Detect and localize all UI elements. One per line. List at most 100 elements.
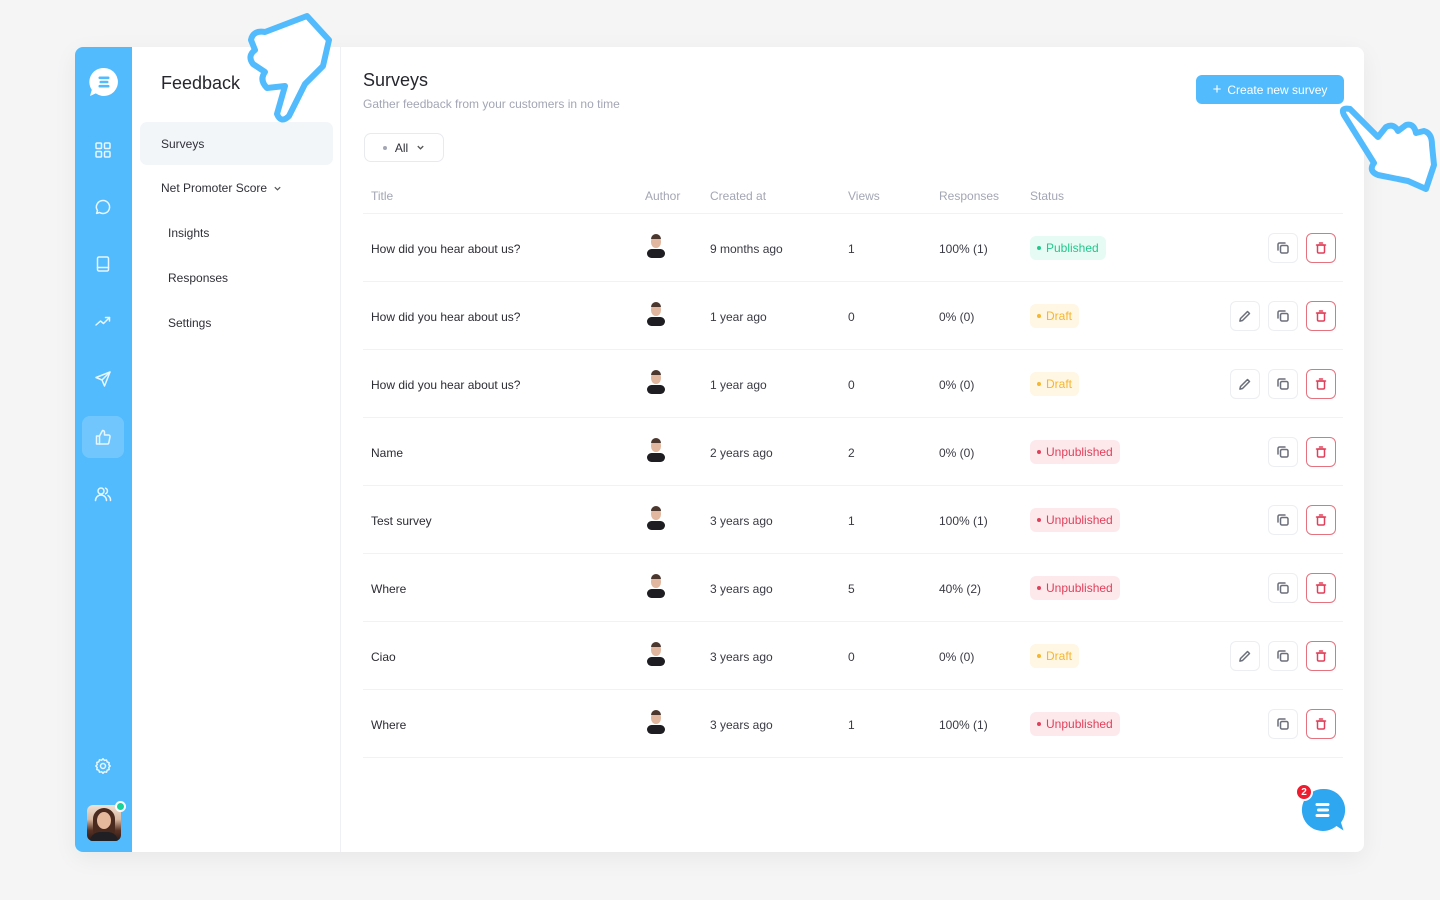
- created-at: 3 years ago: [710, 582, 773, 596]
- duplicate-button[interactable]: [1268, 369, 1298, 399]
- icon-rail: [75, 47, 132, 852]
- table-row[interactable]: Test survey 3 years ago 1 100% (1) Unpublish…: [363, 486, 1343, 554]
- views-count: 2: [848, 446, 855, 460]
- table-row[interactable]: How did you hear about us? 1 year ago 0 0% …: [363, 350, 1343, 418]
- send-icon[interactable]: [82, 358, 124, 400]
- pencil-icon: [1238, 377, 1252, 391]
- thumbs-up-icon[interactable]: [82, 416, 124, 458]
- sidebar-item-surveys[interactable]: Surveys: [140, 122, 333, 165]
- book-icon[interactable]: [82, 243, 124, 285]
- responses-value: 0% (0): [939, 378, 975, 392]
- status-dot-icon: [1037, 314, 1041, 318]
- survey-title[interactable]: Name: [371, 446, 403, 460]
- status-badge: Draft: [1030, 372, 1080, 396]
- author-avatar: [645, 302, 667, 328]
- status-label: Published: [1046, 241, 1099, 255]
- duplicate-button[interactable]: [1268, 301, 1298, 331]
- delete-button[interactable]: [1306, 233, 1336, 263]
- duplicate-button[interactable]: [1268, 437, 1298, 467]
- duplicate-button[interactable]: [1268, 573, 1298, 603]
- responses-value: 0% (0): [939, 650, 975, 664]
- delete-button[interactable]: [1306, 301, 1336, 331]
- duplicate-button[interactable]: [1268, 641, 1298, 671]
- sidebar-title: Feedback: [161, 73, 241, 93]
- responses-value: 100% (1): [939, 514, 988, 528]
- author-avatar: [645, 438, 667, 464]
- survey-title[interactable]: Where: [371, 718, 406, 732]
- delete-button[interactable]: [1306, 641, 1336, 671]
- trash-icon: [1314, 649, 1328, 663]
- table-row[interactable]: Name 2 years ago 2 0% (0) Unpublished: [363, 418, 1343, 486]
- created-at: 2 years ago: [710, 446, 773, 460]
- survey-title[interactable]: How did you hear about us?: [371, 310, 520, 324]
- survey-title[interactable]: Ciao: [371, 650, 396, 664]
- copy-icon: [1276, 513, 1290, 527]
- created-at: 3 years ago: [710, 514, 773, 528]
- column-header-title[interactable]: Title: [371, 189, 393, 203]
- views-count: 5: [848, 582, 855, 596]
- column-header-status[interactable]: Status: [1030, 189, 1064, 203]
- views-count: 0: [848, 378, 855, 392]
- created-at: 1 year ago: [710, 378, 767, 392]
- trash-icon: [1314, 581, 1328, 595]
- author-avatar: [645, 574, 667, 600]
- chat-icon[interactable]: [82, 186, 124, 228]
- edit-button[interactable]: [1230, 641, 1260, 671]
- duplicate-button[interactable]: [1268, 505, 1298, 535]
- author-avatar: [645, 506, 667, 532]
- edit-button[interactable]: [1230, 369, 1260, 399]
- delete-button[interactable]: [1306, 573, 1336, 603]
- table-row[interactable]: Where 3 years ago 5 40% (2) Unpublished: [363, 554, 1343, 622]
- trash-icon: [1314, 717, 1328, 731]
- copy-icon: [1276, 581, 1290, 595]
- status-badge: Unpublished: [1030, 576, 1120, 600]
- column-header-views[interactable]: Views: [848, 189, 880, 203]
- users-icon[interactable]: [82, 473, 124, 515]
- views-count: 0: [848, 650, 855, 664]
- surveys-table: Title Author Created at Views Responses …: [363, 178, 1343, 758]
- create-new-survey-button[interactable]: + Create new survey: [1196, 75, 1344, 104]
- copy-icon: [1276, 309, 1290, 323]
- status-dot-icon: [1037, 246, 1041, 250]
- survey-title[interactable]: Where: [371, 582, 406, 596]
- sidebar-item-settings[interactable]: Settings: [168, 316, 211, 330]
- table-row[interactable]: Where 3 years ago 1 100% (1) Unpublished: [363, 690, 1343, 758]
- status-filter-dropdown[interactable]: All: [364, 133, 444, 162]
- gear-icon[interactable]: [82, 745, 124, 787]
- trash-icon: [1314, 377, 1328, 391]
- duplicate-button[interactable]: [1268, 709, 1298, 739]
- logo-icon[interactable]: [88, 66, 120, 98]
- survey-title[interactable]: How did you hear about us?: [371, 242, 520, 256]
- survey-title[interactable]: How did you hear about us?: [371, 378, 520, 392]
- table-row[interactable]: Ciao 3 years ago 0 0% (0) Draft: [363, 622, 1343, 690]
- trending-icon[interactable]: [82, 300, 124, 342]
- delete-button[interactable]: [1306, 505, 1336, 535]
- table-row[interactable]: How did you hear about us? 1 year ago 0 0% …: [363, 282, 1343, 350]
- status-badge: Draft: [1030, 304, 1080, 328]
- column-header-responses[interactable]: Responses: [939, 189, 999, 203]
- unread-badge: 2: [1295, 783, 1313, 801]
- sidebar-item-insights[interactable]: Insights: [168, 226, 209, 240]
- edit-button[interactable]: [1230, 301, 1260, 331]
- sidebar-item-responses[interactable]: Responses: [168, 271, 228, 285]
- status-badge: Unpublished: [1030, 440, 1120, 464]
- page-subtitle: Gather feedback from your customers in n…: [363, 97, 620, 111]
- created-at: 9 months ago: [710, 242, 783, 256]
- survey-title[interactable]: Test survey: [371, 514, 432, 528]
- dashboard-icon[interactable]: [82, 129, 124, 171]
- online-status-indicator: [115, 801, 126, 812]
- copy-icon: [1276, 717, 1290, 731]
- chevron-down-icon: [274, 186, 281, 191]
- delete-button[interactable]: [1306, 709, 1336, 739]
- column-header-created-at[interactable]: Created at: [710, 189, 766, 203]
- delete-button[interactable]: [1306, 437, 1336, 467]
- duplicate-button[interactable]: [1268, 233, 1298, 263]
- sidebar-item-net-promoter-score[interactable]: Net Promoter Score: [161, 181, 282, 195]
- column-header-author[interactable]: Author: [645, 189, 680, 203]
- table-row[interactable]: How did you hear about us? 9 months ago 1 1…: [363, 214, 1343, 282]
- views-count: 1: [848, 242, 855, 256]
- copy-icon: [1276, 649, 1290, 663]
- feedback-sidebar: Feedback Surveys Net Promoter Score Insi…: [132, 47, 341, 852]
- chat-launcher-button[interactable]: 2: [1295, 783, 1347, 834]
- delete-button[interactable]: [1306, 369, 1336, 399]
